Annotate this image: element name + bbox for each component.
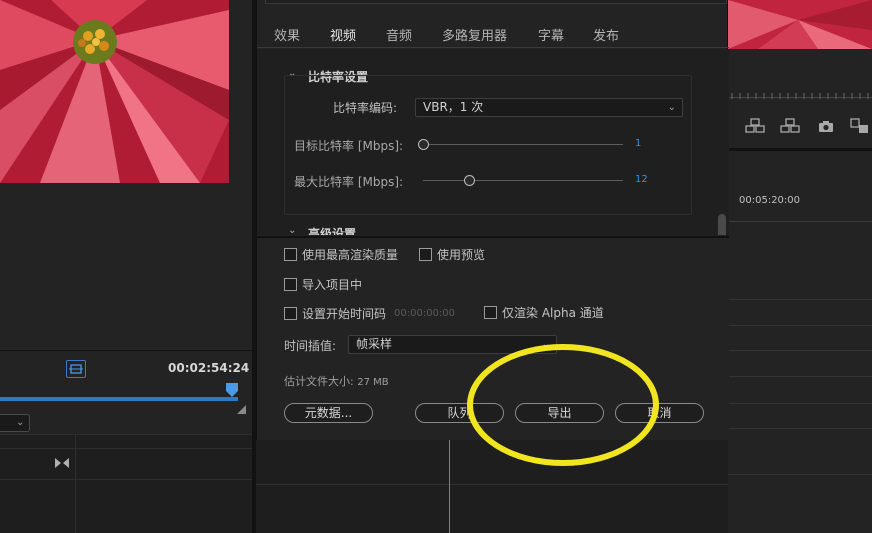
camera-icon[interactable] (818, 120, 834, 133)
max-bitrate-label: 最大比特率 [Mbps]: (294, 175, 404, 189)
tab-captions[interactable]: 字幕 (538, 25, 564, 44)
chevron-down-icon: ⌄ (16, 417, 25, 428)
time-interpolation-label: 时间插值: (284, 339, 337, 353)
export-settings-dialog: 效果 视频 音频 多路复用器 字幕 发布 ⌄ 比特率设置 比特率编码: VBR，… (256, 0, 729, 440)
fit-to-frame-icon[interactable] (66, 360, 86, 378)
time-interpolation-value: 帧采样 (356, 337, 393, 351)
track-line-2 (728, 325, 872, 326)
monitor-controls: 00:02:54:24 ⌄ (0, 350, 256, 434)
checkbox-box[interactable] (284, 248, 297, 261)
playback-progress-bar[interactable] (0, 397, 238, 401)
render-alpha-only-checkbox[interactable]: 仅渲染 Alpha 通道 (484, 304, 604, 321)
target-bitrate-slider-knob[interactable] (417, 139, 429, 150)
track-line-6 (728, 428, 872, 429)
chevron-down-icon: ⌄ (541, 339, 550, 350)
video-settings-scroll-area[interactable]: ⌄ 比特率设置 比特率编码: VBR，1 次 ⌄ 目标比特率 [Mbps]: 1… (257, 49, 729, 235)
max-bitrate-value[interactable]: 12 (635, 174, 648, 185)
timeline-playhead-line[interactable] (449, 440, 450, 533)
checkbox-box[interactable] (484, 306, 497, 319)
track-line-7 (728, 474, 872, 475)
tab-publish[interactable]: 发布 (593, 25, 619, 44)
ruler-ticks (728, 88, 872, 99)
time-interpolation-select[interactable]: 帧采样 ⌄ (348, 335, 557, 354)
timeline-ruler-timecode: 00:05:20:00 (739, 195, 801, 206)
ruler-line (728, 221, 872, 222)
settings-scrollbar-thumb[interactable] (718, 214, 726, 235)
source-preview-image (728, 0, 872, 49)
set-start-timecode-label: 设置开始时间码 (302, 307, 387, 321)
track-header-divider (0, 439, 252, 449)
resize-corner-icon[interactable] (237, 403, 246, 414)
import-into-project-label: 导入项目中 (302, 278, 363, 292)
tab-audio[interactable]: 音频 (386, 25, 412, 44)
timeline-tracks (256, 440, 728, 533)
playhead-marker-icon[interactable] (226, 383, 238, 397)
target-bitrate-value[interactable]: 1 (635, 138, 641, 149)
metadata-button[interactable]: 元数据... (284, 403, 373, 423)
chevron-down-icon: ⌄ (667, 102, 676, 113)
max-bitrate-slider-track[interactable] (423, 180, 623, 181)
checkbox-box[interactable] (419, 248, 432, 261)
playhead-timecode: 00:02:54:24 (168, 361, 250, 375)
track-line-5 (728, 403, 872, 404)
max-render-quality-checkbox[interactable]: 使用最高渲染质量 (284, 246, 398, 263)
max-bitrate-slider-knob[interactable] (463, 175, 475, 186)
checkbox-box[interactable] (284, 278, 297, 291)
checkbox-box[interactable] (284, 307, 297, 320)
export-tab-bar: 效果 视频 音频 多路复用器 字幕 发布 (257, 20, 729, 52)
advanced-section-title[interactable]: 高级设置 (308, 225, 356, 235)
track-column-divider (75, 435, 76, 533)
estimated-file-size: 估计文件大小: 27 MB (284, 373, 389, 389)
lift-icon[interactable] (745, 118, 765, 134)
render-alpha-only-label: 仅渲染 Alpha 通道 (502, 306, 604, 320)
target-bitrate-slider-track[interactable] (423, 144, 623, 145)
extract-icon[interactable] (780, 118, 800, 134)
use-previews-checkbox[interactable]: 使用预览 (419, 246, 485, 263)
track-line-4 (728, 376, 872, 377)
top-field-remnant (265, 0, 727, 4)
timeline-track-header-area (0, 434, 252, 533)
export-options-panel: 使用最高渲染质量 使用预览 导入项目中 设置开始时间码 00:00:00:00 … (257, 236, 729, 440)
bitrate-settings-group: 比特率编码: VBR，1 次 ⌄ 目标比特率 [Mbps]: 1 最大比特率 [… (284, 75, 692, 215)
panel-divider (728, 148, 872, 151)
chevron-down-icon[interactable]: ⌄ (288, 225, 296, 235)
bitrate-encoding-select[interactable]: VBR，1 次 ⌄ (415, 98, 683, 117)
tab-effects[interactable]: 效果 (274, 25, 300, 44)
bitrate-encoding-value: VBR，1 次 (423, 100, 484, 114)
track-line-3 (728, 350, 872, 351)
track-line-lower (256, 484, 728, 485)
max-render-quality-label: 使用最高渲染质量 (302, 248, 399, 262)
bowtie-icon[interactable] (55, 457, 69, 468)
cancel-button[interactable]: 取消 (615, 403, 704, 423)
estimated-file-size-value: 27 MB (357, 377, 389, 388)
target-bitrate-label: 目标比特率 [Mbps]: (294, 139, 404, 153)
export-button[interactable]: 导出 (515, 403, 604, 423)
import-into-project-checkbox[interactable]: 导入项目中 (284, 276, 362, 293)
timeline-panel: 00:05:20:00 (728, 0, 872, 533)
estimated-file-size-label: 估计文件大小: (284, 375, 354, 388)
queue-button[interactable]: 队列 (415, 403, 504, 423)
bitrate-encoding-label: 比特率编码: (333, 101, 398, 115)
use-previews-label: 使用预览 (437, 248, 486, 262)
track-line-1 (728, 299, 872, 300)
zoom-dropdown[interactable]: ⌄ (0, 414, 30, 432)
track-divider (0, 479, 252, 480)
poinsettia-preview-image (0, 0, 229, 183)
start-timecode-value[interactable]: 00:00:00:00 (394, 308, 455, 319)
tab-video[interactable]: 视频 (330, 25, 357, 52)
overwrite-icon[interactable] (850, 118, 870, 134)
set-start-timecode-checkbox[interactable]: 设置开始时间码 00:00:00:00 (284, 305, 455, 322)
tab-multiplexer[interactable]: 多路复用器 (442, 25, 507, 44)
